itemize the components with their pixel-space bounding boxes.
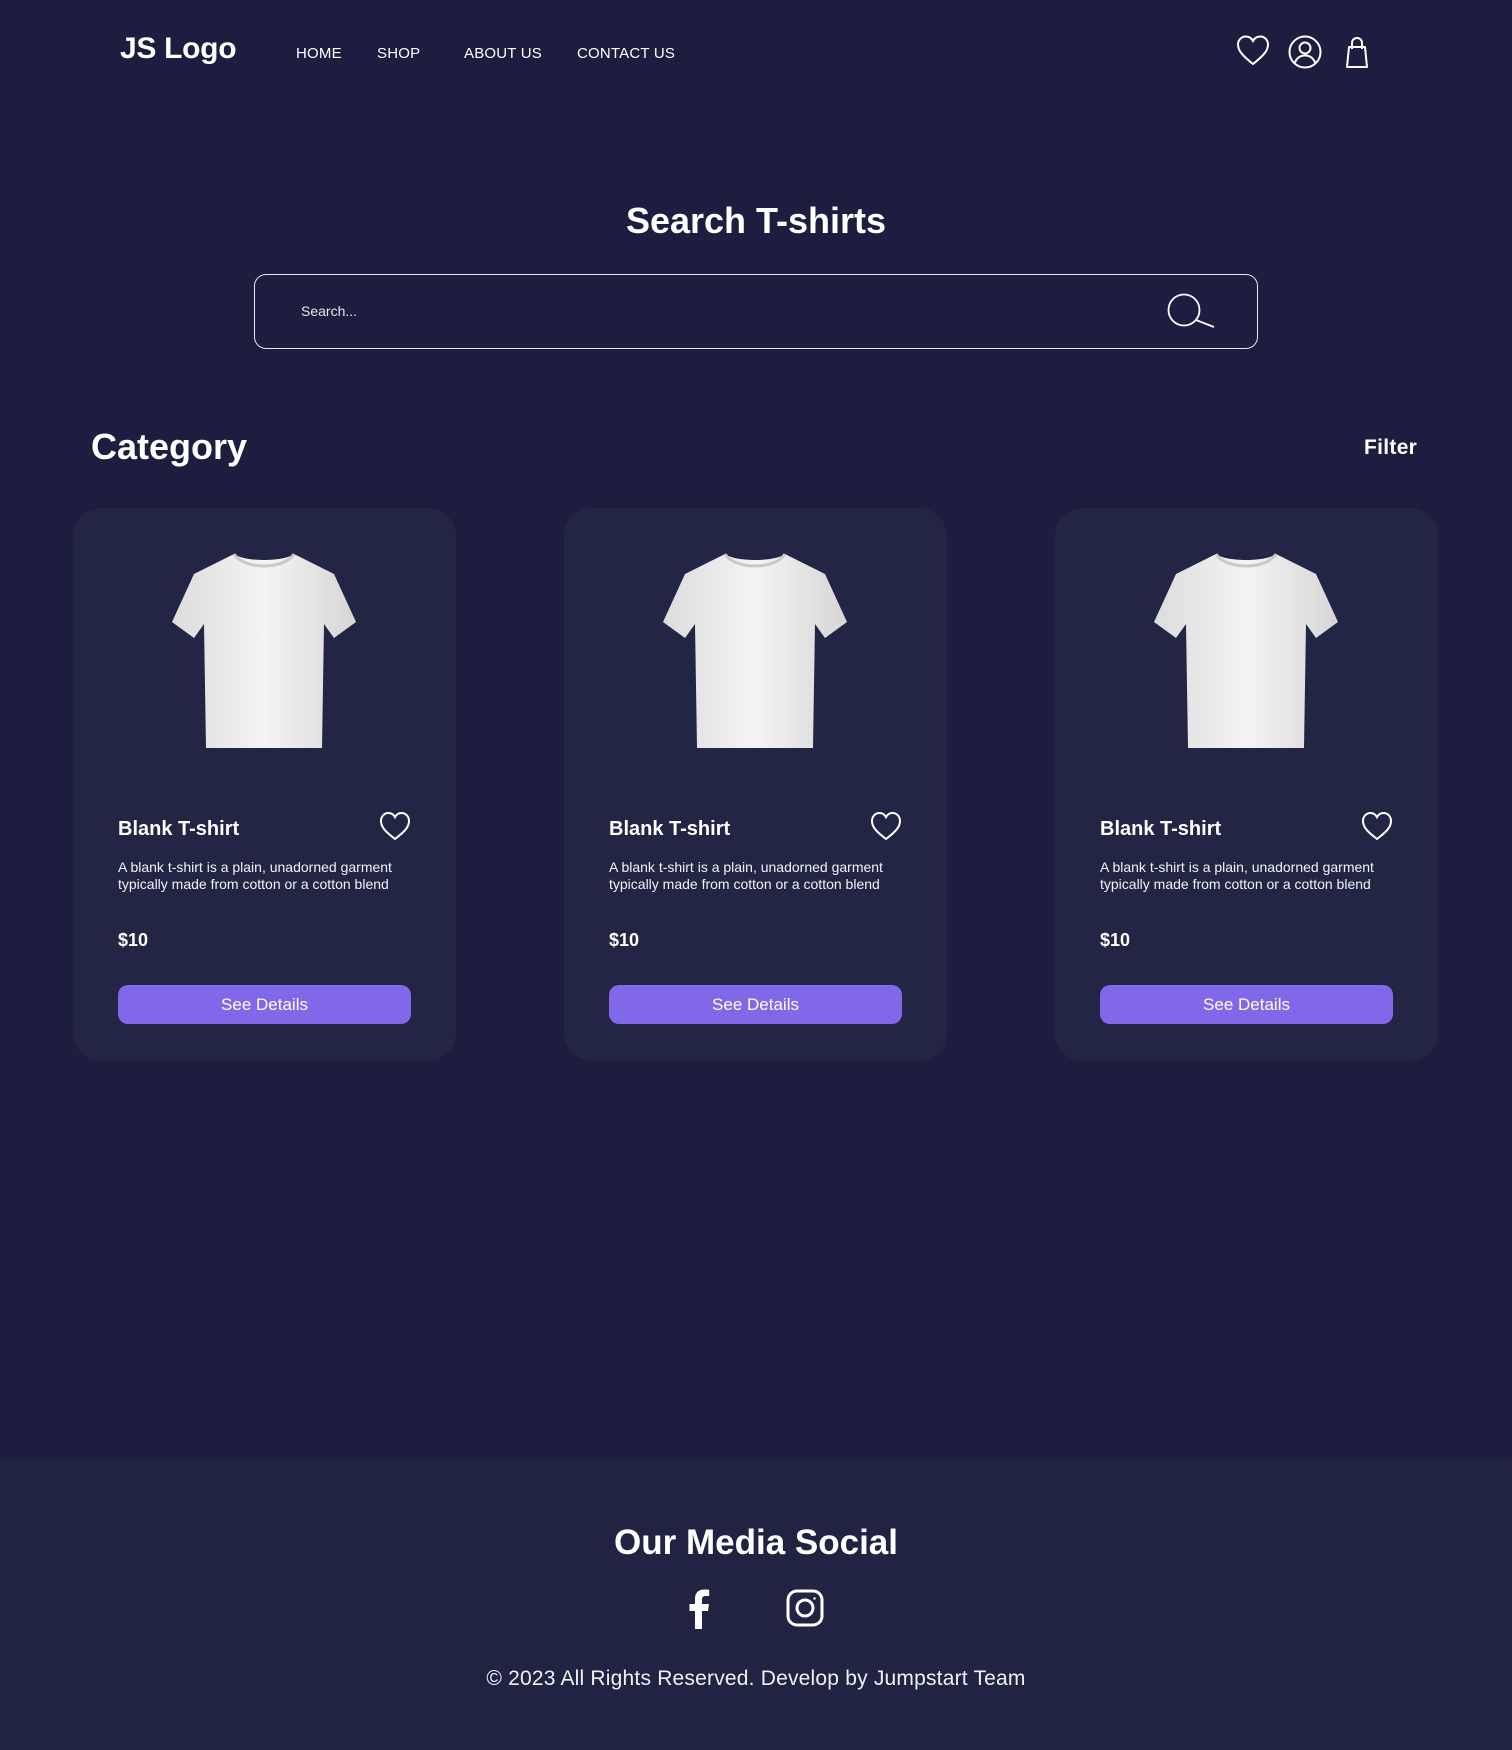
- navbar: JS Logo HOME SHOP ABOUT US CONTACT US: [0, 0, 1512, 106]
- user-icon[interactable]: [1287, 34, 1323, 70]
- favorite-heart-icon[interactable]: [1360, 810, 1394, 842]
- page: JS Logo HOME SHOP ABOUT US CONTACT US Se…: [0, 0, 1512, 1750]
- product-description: A blank t-shirt is a plain, unadorned ga…: [118, 859, 392, 892]
- nav-home[interactable]: HOME: [296, 45, 342, 62]
- see-details-button[interactable]: See Details: [118, 985, 411, 1024]
- nav-about-us[interactable]: ABOUT US: [464, 45, 542, 62]
- shopping-bag-icon[interactable]: [1340, 35, 1374, 70]
- product-title: Blank T-shirt: [1100, 818, 1222, 840]
- product-description: A blank t-shirt is a plain, unadorned ga…: [609, 859, 883, 892]
- search-icon[interactable]: [1167, 293, 1217, 331]
- product-description: A blank t-shirt is a plain, unadorned ga…: [1100, 859, 1374, 892]
- tshirt-image: [164, 550, 364, 750]
- favorite-heart-icon[interactable]: [378, 810, 412, 842]
- facebook-icon[interactable]: [680, 1587, 720, 1629]
- product-title: Blank T-shirt: [118, 818, 240, 840]
- see-details-button[interactable]: See Details: [609, 985, 902, 1024]
- product-card: Blank T-shirt A blank t-shirt is a plain…: [73, 508, 456, 1061]
- see-details-button[interactable]: See Details: [1100, 985, 1393, 1024]
- instagram-icon[interactable]: [785, 1587, 825, 1629]
- product-card: Blank T-shirt A blank t-shirt is a plain…: [1055, 508, 1438, 1061]
- product-card: Blank T-shirt A blank t-shirt is a plain…: [564, 508, 947, 1061]
- product-title: Blank T-shirt: [609, 818, 731, 840]
- filter-button[interactable]: Filter: [1364, 436, 1417, 460]
- nav-shop[interactable]: SHOP: [377, 45, 420, 62]
- copyright-text: © 2023 All Rights Reserved. Develop by J…: [486, 1667, 1026, 1690]
- footer-title: Our Media Social: [614, 1523, 898, 1562]
- search-box[interactable]: [254, 274, 1258, 349]
- product-price: $10: [609, 930, 640, 950]
- product-price: $10: [1100, 930, 1131, 950]
- footer: Our Media Social © 2023 All Rights Reser…: [0, 1457, 1512, 1750]
- logo[interactable]: JS Logo: [120, 32, 237, 66]
- heart-icon[interactable]: [1235, 33, 1271, 69]
- favorite-heart-icon[interactable]: [869, 810, 903, 842]
- tshirt-image: [655, 550, 855, 750]
- product-price: $10: [118, 930, 149, 950]
- tshirt-image: [1146, 550, 1346, 750]
- category-title: Category: [91, 426, 248, 467]
- search-title: Search T-shirts: [625, 200, 887, 241]
- search-input[interactable]: [301, 275, 1141, 347]
- nav-contact-us[interactable]: CONTACT US: [577, 45, 675, 62]
